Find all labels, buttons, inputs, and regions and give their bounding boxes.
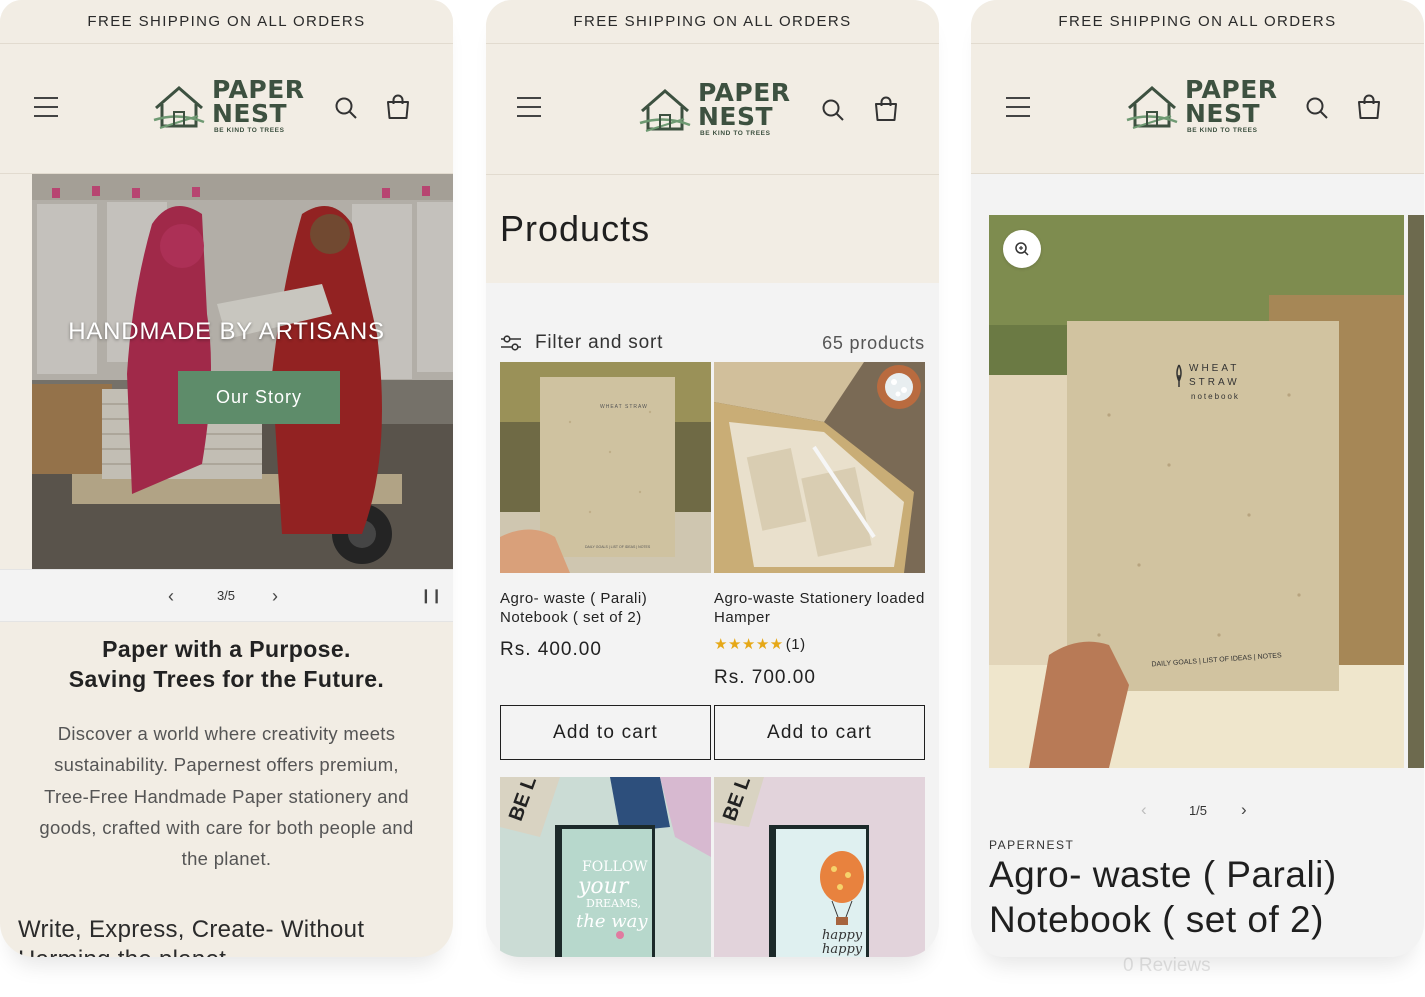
product-image[interactable]: BE LOV happy happy: [714, 777, 925, 957]
svg-text:STRAW: STRAW: [1189, 377, 1240, 388]
logo-tagline: BE KIND TO TREES: [700, 130, 771, 137]
hero-heading: HANDMADE BY ARTISANS: [68, 318, 385, 345]
filter-icon[interactable]: [500, 334, 522, 352]
home-screen: FREE SHIPPING ON ALL ORDERS PAPER NEST BE…: [0, 0, 453, 957]
product-price: Rs. 400.00: [500, 639, 602, 660]
product-image[interactable]: WHEAT STRAW DAILY GOALS | LIST OF IDEAS …: [500, 362, 711, 573]
product-title[interactable]: Agro-waste Stationery loaded Hamper: [714, 589, 925, 627]
brand-logo[interactable]: PAPER NEST BE KIND TO TREES: [638, 78, 791, 143]
logo-wordmark: PAPER NEST: [698, 78, 791, 131]
cart-icon[interactable]: [1356, 94, 1382, 120]
collection-screen: FREE SHIPPING ON ALL ORDERS PAPER NEST BE…: [486, 0, 939, 957]
filter-bar: Filter and sort 65 products: [500, 332, 925, 356]
announcement-bar: FREE SHIPPING ON ALL ORDERS: [971, 0, 1424, 44]
logo-wordmark: PAPER NEST: [1185, 75, 1278, 128]
house-logo-icon: [639, 89, 691, 132]
pause-icon[interactable]: ❙❙: [420, 587, 442, 604]
page-title: Products: [500, 208, 651, 249]
chevron-right-icon[interactable]: ›: [1241, 800, 1247, 820]
slide-counter: 3/5: [216, 588, 236, 603]
gallery-counter: 1/5: [1188, 803, 1208, 818]
logo-wordmark: PAPER NEST: [212, 75, 305, 128]
menu-icon[interactable]: [517, 97, 541, 117]
logo-tagline: BE KIND TO TREES: [214, 127, 285, 134]
svg-text:FOLLOW: FOLLOW: [582, 859, 648, 875]
product-vendor: PAPERNEST: [989, 838, 1075, 852]
product-card[interactable]: Agro-waste Stationery loaded Hamper ★★★★…: [714, 362, 925, 689]
product-image[interactable]: BE LOV FOLLOW your DREAMS, the way: [500, 777, 711, 957]
svg-text:the way: the way: [576, 911, 648, 932]
star-icon: ★★★★★: [714, 636, 784, 653]
search-icon[interactable]: [1305, 96, 1329, 120]
svg-text:WHEAT: WHEAT: [1189, 363, 1239, 374]
menu-icon[interactable]: [1006, 97, 1030, 117]
cart-icon[interactable]: [385, 94, 411, 120]
review-count: (1): [785, 636, 806, 653]
chevron-right-icon[interactable]: ›: [272, 586, 278, 607]
section-subheading: Write, Express, Create- Without Harming …: [18, 916, 365, 957]
product-title: Agro- waste ( Parali) Notebook ( set of …: [989, 854, 1337, 940]
logo-tagline: BE KIND TO TREES: [1187, 127, 1258, 134]
search-icon[interactable]: [334, 96, 358, 120]
house-logo-icon: [1126, 86, 1178, 129]
purpose-heading: Paper with a Purpose. Saving Trees for t…: [68, 636, 385, 692]
product-card[interactable]: WHEAT STRAW DAILY GOALS | LIST OF IDEAS …: [500, 362, 711, 661]
product-title[interactable]: Agro- waste ( Parali) Notebook ( set of …: [500, 589, 711, 627]
search-icon[interactable]: [821, 98, 845, 122]
svg-text:DREAMS,: DREAMS,: [586, 897, 641, 910]
product-price: Rs. 700.00: [714, 667, 816, 688]
product-count: 65 products: [822, 333, 925, 353]
product-gallery-image[interactable]: WHEAT STRAW notebook DAILY GOALS | LIST …: [989, 215, 1404, 768]
site-header: PAPER NEST BE KIND TO TREES: [486, 44, 939, 175]
product-screen: FREE SHIPPING ON ALL ORDERS PAPER NEST BE…: [971, 0, 1424, 957]
svg-text:happy: happy: [822, 928, 863, 943]
svg-text:WHEAT STRAW: WHEAT STRAW: [600, 404, 648, 410]
chevron-left-icon[interactable]: ‹: [168, 586, 174, 607]
add-to-cart-button[interactable]: Add to cart: [714, 705, 925, 760]
star-rating: ★★★★★ (1): [714, 635, 925, 653]
svg-text:happy: happy: [822, 942, 863, 957]
brand-logo[interactable]: PAPER NEST BE KIND TO TREES: [152, 75, 305, 140]
announcement-bar: FREE SHIPPING ON ALL ORDERS: [0, 0, 453, 44]
svg-text:notebook: notebook: [1191, 392, 1240, 401]
svg-text:your: your: [577, 874, 630, 899]
next-gallery-image[interactable]: [1408, 215, 1424, 768]
cart-icon[interactable]: [873, 96, 899, 122]
product-image[interactable]: [714, 362, 925, 573]
site-header: PAPER NEST BE KIND TO TREES: [971, 44, 1424, 174]
chevron-left-icon[interactable]: ‹: [1141, 800, 1147, 820]
intro-paragraph: Discover a world where creativity meets …: [39, 723, 414, 870]
zoom-icon[interactable]: [1003, 230, 1041, 268]
site-header: PAPER NEST BE KIND TO TREES: [0, 44, 453, 174]
reviews-label[interactable]: 0 Reviews: [1123, 955, 1211, 977]
filter-and-sort-button[interactable]: Filter and sort: [535, 332, 663, 354]
slideshow-controls: ‹ 3/5 › ❙❙: [0, 569, 453, 622]
announcement-bar: FREE SHIPPING ON ALL ORDERS: [486, 0, 939, 44]
add-to-cart-button[interactable]: Add to cart: [500, 705, 711, 760]
brand-logo[interactable]: PAPER NEST BE KIND TO TREES: [1125, 75, 1278, 140]
house-logo-icon: [153, 86, 205, 129]
menu-icon[interactable]: [34, 97, 58, 117]
our-story-button[interactable]: Our Story: [178, 371, 340, 424]
svg-text:DAILY GOALS | LIST OF IDEAS |: DAILY GOALS | LIST OF IDEAS | NOTES: [585, 545, 651, 549]
